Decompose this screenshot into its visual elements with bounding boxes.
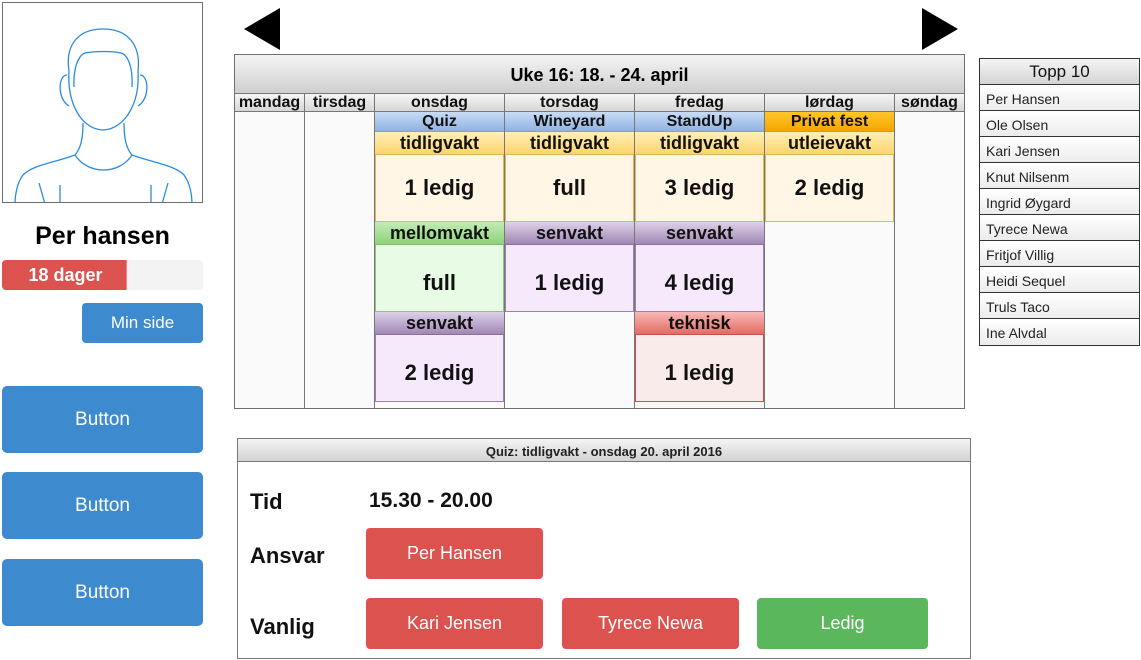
- shift-status: 4 ledig: [635, 245, 764, 312]
- day-column-tirsdag: [305, 112, 375, 408]
- top10-item[interactable]: Fritjof Villig: [980, 241, 1139, 267]
- top10-list: Topp 10 Per Hansen Ole Olsen Kari Jensen…: [979, 58, 1140, 346]
- side-button-3[interactable]: Button: [2, 559, 203, 626]
- day-column-lordag: Privat fest utleievakt 2 ledig: [765, 112, 895, 408]
- avatar: [2, 2, 203, 203]
- shift-status: full: [375, 245, 504, 312]
- day-column-mandag: [235, 112, 305, 408]
- days-progress-bar: 18 dager: [2, 260, 203, 290]
- shift-name: senvakt: [505, 222, 634, 245]
- shift-lordag-utleievakt[interactable]: utleievakt 2 ledig: [765, 132, 894, 222]
- top10-item[interactable]: Ole Olsen: [980, 111, 1139, 137]
- top10-item[interactable]: Tyrece Newa: [980, 215, 1139, 241]
- regular-person-button-1[interactable]: Kari Jensen: [366, 598, 543, 649]
- shift-onsdag-mellomvakt[interactable]: mellomvakt full: [375, 222, 504, 312]
- shift-detail-panel: Quiz: tidligvakt - onsdag 20. april 2016…: [237, 438, 971, 659]
- time-value: 15.30 - 20.00: [369, 489, 493, 512]
- shift-fredag-senvakt[interactable]: senvakt 4 ledig: [635, 222, 764, 312]
- user-name: Per hansen: [35, 222, 170, 250]
- shift-onsdag-senvakt[interactable]: senvakt 2 ledig: [375, 312, 504, 402]
- day-header-fredag: fredag: [635, 94, 765, 112]
- shift-name: utleievakt: [765, 132, 894, 155]
- top10-item[interactable]: Heidi Sequel: [980, 267, 1139, 293]
- min-side-button[interactable]: Min side: [82, 303, 203, 343]
- shift-name: senvakt: [635, 222, 764, 245]
- calendar-title: Uke 16: 18. - 24. april: [235, 55, 964, 94]
- event-quiz[interactable]: Quiz: [375, 112, 504, 132]
- day-header-torsdag: torsdag: [505, 94, 635, 112]
- day-header-mandag: mandag: [235, 94, 305, 112]
- top10-title: Topp 10: [980, 59, 1139, 85]
- day-column-sondag: [895, 112, 964, 408]
- shift-status: 1 ledig: [375, 155, 504, 222]
- next-week-arrow-icon[interactable]: [922, 8, 958, 50]
- shift-name: mellomvakt: [375, 222, 504, 245]
- day-column-torsdag: Wineyard tidligvakt full senvakt 1 ledig: [505, 112, 635, 408]
- shift-status: 1 ledig: [505, 245, 634, 312]
- event-standup[interactable]: StandUp: [635, 112, 764, 132]
- side-button-1[interactable]: Button: [2, 386, 203, 453]
- top10-item[interactable]: Knut Nilsenm: [980, 163, 1139, 189]
- day-column-fredag: StandUp tidligvakt 3 ledig senvakt 4 led…: [635, 112, 765, 408]
- shift-name: tidligvakt: [375, 132, 504, 155]
- regular-label: Vanlig: [250, 614, 315, 639]
- shift-status: 2 ledig: [375, 335, 504, 402]
- shift-name: senvakt: [375, 312, 504, 335]
- detail-title: Quiz: tidligvakt - onsdag 20. april 2016: [238, 439, 970, 462]
- shift-name: tidligvakt: [635, 132, 764, 155]
- shift-onsdag-tidligvakt[interactable]: tidligvakt 1 ledig: [375, 132, 504, 222]
- time-label: Tid: [250, 489, 283, 514]
- prev-week-arrow-icon[interactable]: [244, 8, 280, 50]
- top10-item[interactable]: Ingrid Øygard: [980, 189, 1139, 215]
- shift-name: tidligvakt: [505, 132, 634, 155]
- day-header-lordag: lørdag: [765, 94, 895, 112]
- shift-torsdag-senvakt[interactable]: senvakt 1 ledig: [505, 222, 634, 312]
- shift-fredag-tidligvakt[interactable]: tidligvakt 3 ledig: [635, 132, 764, 222]
- top10-item[interactable]: Truls Taco: [980, 293, 1139, 319]
- day-header-sondag: søndag: [895, 94, 964, 112]
- regular-person-button-2[interactable]: Tyrece Newa: [562, 598, 739, 649]
- progress-label: 18 dager: [28, 265, 103, 285]
- shift-torsdag-tidligvakt[interactable]: tidligvakt full: [505, 132, 634, 222]
- shift-status: 1 ledig: [635, 335, 764, 402]
- event-privat-fest[interactable]: Privat fest: [765, 112, 894, 132]
- top10-item[interactable]: Per Hansen: [980, 85, 1139, 111]
- user-silhouette-icon: [14, 28, 193, 202]
- day-column-onsdag: Quiz tidligvakt 1 ledig mellomvakt full …: [375, 112, 505, 408]
- responsible-person-button[interactable]: Per Hansen: [366, 528, 543, 579]
- day-header-tirsdag: tirsdag: [305, 94, 375, 112]
- top10-item[interactable]: Ine Alvdal: [980, 319, 1139, 345]
- side-button-2[interactable]: Button: [2, 472, 203, 539]
- shift-status: 2 ledig: [765, 155, 894, 222]
- open-slot-button[interactable]: Ledig: [757, 598, 928, 649]
- shift-fredag-teknisk[interactable]: teknisk 1 ledig: [635, 312, 764, 402]
- top10-item[interactable]: Kari Jensen: [980, 137, 1139, 163]
- shift-status: full: [505, 155, 634, 222]
- day-header-onsdag: onsdag: [375, 94, 505, 112]
- shift-name: teknisk: [635, 312, 764, 335]
- week-calendar: Uke 16: 18. - 24. april mandag tirsdag o…: [234, 54, 965, 409]
- shift-status: 3 ledig: [635, 155, 764, 222]
- responsible-label: Ansvar: [250, 543, 325, 568]
- event-wineyard[interactable]: Wineyard: [505, 112, 634, 132]
